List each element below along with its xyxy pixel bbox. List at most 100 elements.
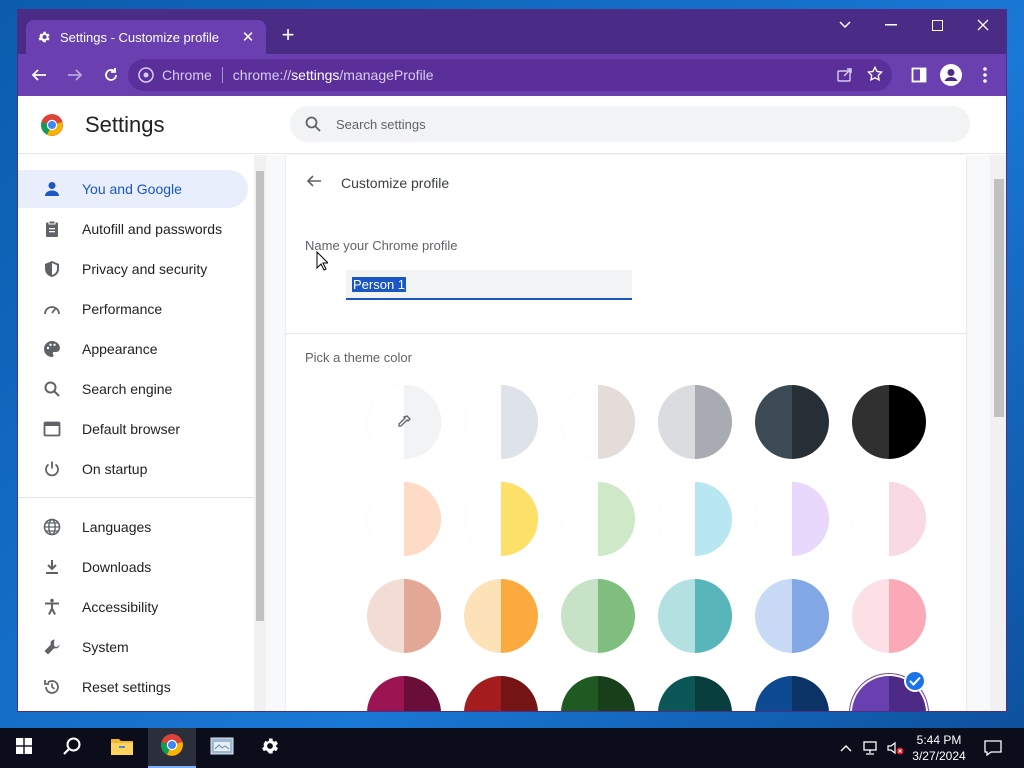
more-menu-icon[interactable] — [974, 64, 996, 86]
person-icon — [42, 179, 62, 199]
reload-icon[interactable] — [96, 60, 126, 90]
theme-color-swatch[interactable] — [658, 482, 732, 556]
speedometer-icon — [42, 299, 62, 319]
sidebar-item-default-browser[interactable]: Default browser — [18, 410, 248, 448]
windows-logo-icon — [16, 737, 32, 759]
back-arrow-icon[interactable] — [24, 60, 54, 90]
sidebar-item-appearance[interactable]: Appearance — [18, 330, 248, 368]
gear-icon — [260, 736, 280, 761]
browser-window: Settings - Customize profile ✕ + Chrome … — [18, 10, 1006, 711]
sidebar-item-system[interactable]: System — [18, 628, 248, 666]
theme-color-swatch[interactable] — [464, 676, 538, 711]
sidebar-item-label: Performance — [82, 301, 163, 317]
clock-time: 5:44 PM — [916, 733, 962, 747]
theme-color-swatch[interactable] — [755, 482, 829, 556]
theme-color-swatch[interactable] — [852, 482, 926, 556]
browser-toolbar: Chrome chrome://settings/manageProfile — [18, 54, 1006, 96]
sidebar-item-you-and-google[interactable]: You and Google — [18, 170, 248, 208]
theme-color-swatch[interactable] — [561, 579, 635, 653]
chrome-logo-icon — [160, 733, 184, 762]
sidebar-scroll-thumb[interactable] — [256, 171, 264, 621]
theme-color-swatch[interactable] — [367, 482, 441, 556]
minimize-icon[interactable] — [868, 10, 914, 40]
sidebar-item-label: Default browser — [82, 421, 181, 437]
theme-color-swatch[interactable] — [561, 482, 635, 556]
bookmark-star-icon[interactable] — [866, 65, 884, 86]
sidebar-item-downloads[interactable]: Downloads — [18, 548, 248, 586]
sidebar-item-label: On startup — [82, 461, 148, 477]
taskbar-chrome[interactable] — [148, 728, 196, 768]
close-tab-icon[interactable]: ✕ — [240, 29, 256, 46]
theme-color-swatch[interactable] — [755, 579, 829, 653]
main-scroll-thumb[interactable] — [994, 179, 1004, 417]
wrench-icon — [42, 637, 62, 657]
start-button[interactable] — [0, 728, 48, 768]
clipboard-icon — [42, 219, 62, 239]
sidebar-item-performance[interactable]: Performance — [18, 290, 248, 328]
profile-avatar-icon[interactable] — [940, 64, 962, 86]
tab-search-icon[interactable] — [822, 10, 868, 40]
theme-color-swatch[interactable] — [852, 385, 926, 459]
sidebar-item-privacy[interactable]: Privacy and security — [18, 250, 248, 288]
sidebar-item-label: Autofill and passwords — [82, 221, 223, 237]
theme-color-swatch[interactable] — [658, 385, 732, 459]
share-icon[interactable] — [836, 65, 854, 86]
taskbar-file-explorer[interactable] — [98, 728, 146, 768]
theme-color-swatch[interactable] — [561, 385, 635, 459]
search-icon — [62, 736, 82, 761]
search-input[interactable] — [336, 116, 936, 132]
side-panel-icon[interactable] — [908, 64, 930, 86]
theme-color-swatch[interactable] — [464, 579, 538, 653]
theme-color-swatch[interactable] — [658, 676, 732, 711]
selected-check-icon — [904, 670, 926, 692]
back-button[interactable] — [302, 171, 326, 195]
network-icon[interactable] — [860, 728, 882, 768]
browser-window-icon — [42, 419, 62, 439]
gear-icon — [36, 29, 52, 45]
omnibox-site-label: Chrome — [162, 67, 212, 83]
sidebar-item-autofill[interactable]: Autofill and passwords — [18, 210, 248, 248]
forward-arrow-icon[interactable] — [60, 60, 90, 90]
theme-color-swatch[interactable] — [367, 385, 441, 459]
sidebar-item-accessibility[interactable]: Accessibility — [18, 588, 248, 626]
sidebar-item-on-startup[interactable]: On startup — [18, 450, 248, 488]
profile-name-input[interactable]: Person 1 — [346, 270, 632, 300]
theme-color-swatch[interactable] — [755, 676, 829, 711]
sidebar-item-languages[interactable]: Languages — [18, 508, 248, 546]
theme-color-swatch[interactable] — [464, 482, 538, 556]
theme-color-swatch[interactable] — [367, 676, 441, 711]
taskbar-search-button[interactable] — [48, 728, 96, 768]
taskbar-settings[interactable] — [246, 728, 294, 768]
page-title: Settings — [85, 112, 165, 137]
taskbar: 5:44 PM 3/27/2024 — [0, 728, 1024, 768]
app-window-icon — [210, 736, 234, 761]
theme-color-swatch[interactable] — [464, 385, 538, 459]
theme-color-swatch[interactable] — [367, 579, 441, 653]
sidebar-scrollbar[interactable] — [254, 155, 266, 711]
theme-color-swatch[interactable] — [561, 676, 635, 711]
address-bar[interactable]: Chrome chrome://settings/manageProfile — [128, 59, 892, 91]
close-window-icon[interactable] — [960, 10, 1006, 40]
tray-chevron-up-icon[interactable] — [836, 728, 856, 768]
search-icon — [304, 115, 322, 133]
tab-settings[interactable]: Settings - Customize profile ✕ — [26, 20, 266, 54]
folder-icon — [110, 736, 134, 761]
maximize-icon[interactable] — [914, 10, 960, 40]
search-settings-box — [290, 106, 970, 142]
sidebar-item-search-engine[interactable]: Search engine — [18, 370, 248, 408]
sidebar-item-reset[interactable]: Reset settings — [18, 668, 248, 706]
notifications-icon[interactable] — [978, 728, 1008, 768]
settings-header: Settings — [18, 96, 1006, 154]
theme-color-swatch[interactable] — [852, 579, 926, 653]
sidebar-item-label: System — [82, 639, 129, 655]
main-scrollbar[interactable] — [990, 155, 1006, 711]
taskbar-clock[interactable]: 5:44 PM 3/27/2024 — [902, 732, 976, 764]
theme-color-swatch[interactable] — [755, 385, 829, 459]
theme-color-label: Pick a theme color — [305, 350, 412, 365]
sidebar-item-label: Appearance — [82, 341, 158, 357]
sidebar-item-label: Search engine — [82, 381, 173, 397]
new-tab-button[interactable]: + — [276, 24, 300, 48]
clock-date: 3/27/2024 — [912, 749, 966, 763]
theme-color-swatch[interactable] — [658, 579, 732, 653]
taskbar-app-window[interactable] — [198, 728, 246, 768]
